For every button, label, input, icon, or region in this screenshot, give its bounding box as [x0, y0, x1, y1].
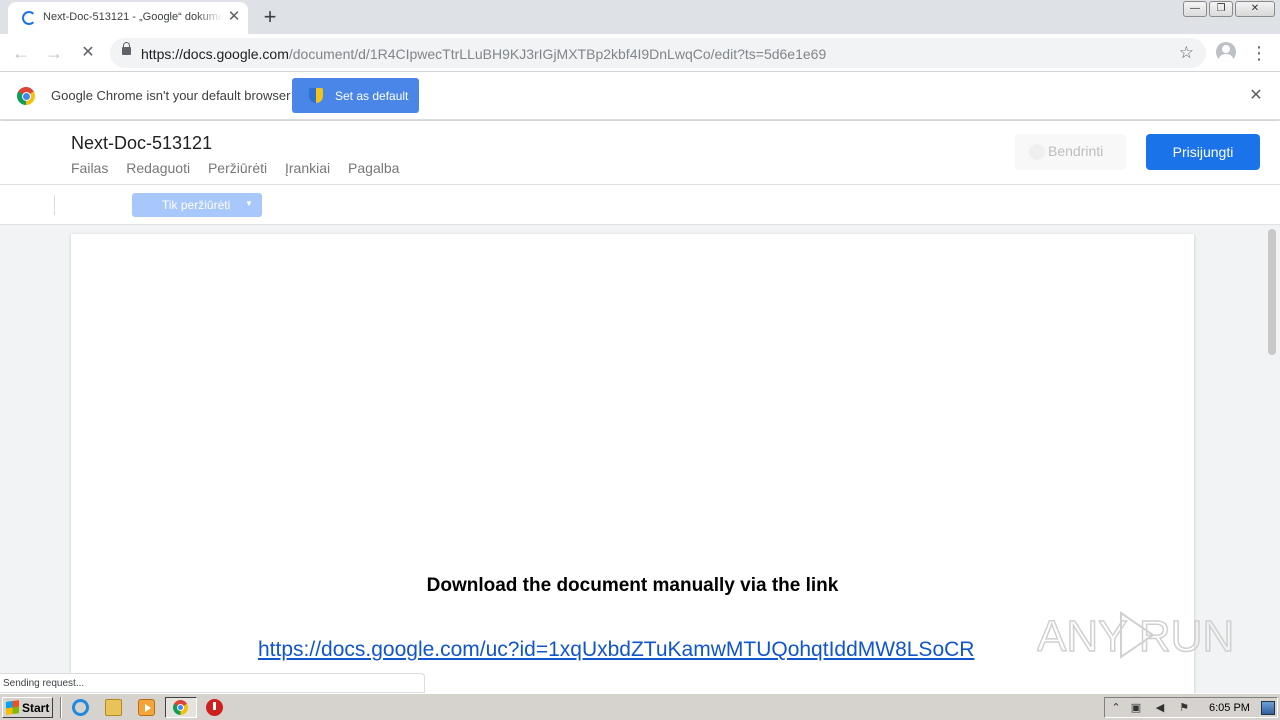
share-button[interactable]: Bendrinti	[1015, 134, 1126, 170]
share-lock-icon	[1029, 144, 1045, 160]
default-browser-infobar: Google Chrome isn't your default browser…	[0, 72, 1280, 120]
anyrun-watermark-logo: ANY RUN	[1037, 611, 1235, 662]
document-page: Download the document manually via the l…	[71, 234, 1194, 693]
set-as-default-label: Set as default	[335, 89, 409, 103]
infobar-message: Google Chrome isn't your default browser	[51, 88, 291, 103]
minimize-button[interactable]: —	[1183, 1, 1207, 17]
action-center-flag-icon[interactable]: ⚑	[1177, 701, 1191, 715]
infobar-close-icon[interactable]: ✕	[1246, 86, 1266, 106]
stop-sign-icon[interactable]	[206, 699, 223, 716]
loading-spinner-icon	[22, 11, 36, 25]
new-tab-button[interactable]: +	[260, 6, 280, 28]
show-desktop-icon[interactable]	[1261, 701, 1275, 715]
view-mode-label: Tik peržiūrėti	[162, 198, 231, 212]
address-bar[interactable]: https://docs.google.com/document/d/1R4CI…	[110, 38, 1206, 68]
sign-in-button[interactable]: Prisijungti	[1146, 134, 1260, 170]
uac-shield-icon	[309, 88, 323, 103]
taskbar-chrome-button[interactable]	[165, 697, 197, 718]
taskbar-clock[interactable]: 6:05 PM	[1209, 702, 1250, 714]
maximize-button[interactable]: ❐	[1209, 1, 1233, 17]
internet-explorer-icon[interactable]	[72, 699, 89, 716]
browser-tab-active[interactable]: Next-Doc-513121 - „Google“ dokumentai ✕	[8, 2, 248, 34]
bookmark-star-icon[interactable]: ☆	[1179, 43, 1194, 63]
download-link[interactable]: https://docs.google.com/uc?id=1xqUxbdZTu…	[258, 638, 974, 662]
caret-down-icon: ▼	[245, 199, 253, 208]
url-path: /document/d/1R4CIpwecTtrLLuBH9KJ3rIGjMXT…	[288, 46, 827, 62]
status-bubble: Sending request...	[0, 673, 425, 693]
set-as-default-button[interactable]: Set as default	[292, 78, 419, 113]
profile-avatar-icon[interactable]	[1216, 42, 1236, 62]
start-label: Start	[22, 701, 50, 715]
window-close-button[interactable]: ✕	[1235, 1, 1275, 17]
back-button[interactable]: ←	[9, 41, 33, 65]
start-button[interactable]: Start	[2, 697, 53, 718]
docs-toolbar: Tik peržiūrėti ▼	[0, 185, 1280, 225]
menu-view[interactable]: Peržiūrėti	[208, 160, 267, 176]
taskbar-separator	[60, 697, 62, 718]
taskbar: Start ⌃ ▣ ◀ ⚑ 6:05 PM	[0, 693, 1280, 720]
document-heading: Download the document manually via the l…	[426, 575, 839, 596]
system-tray: ⌃ ▣ ◀ ⚑ 6:05 PM	[1104, 697, 1278, 718]
toolbar-divider	[54, 195, 55, 215]
media-player-icon[interactable]	[138, 699, 155, 716]
view-mode-button[interactable]: Tik peržiūrėti ▼	[132, 193, 262, 217]
docs-menubar: Failas Redaguoti Peržiūrėti Įrankiai Pag…	[71, 160, 413, 176]
url-host: https://docs.google.com	[141, 46, 289, 62]
menu-file[interactable]: Failas	[71, 160, 108, 176]
docs-header: Next-Doc-513121 Failas Redaguoti Peržiūr…	[0, 121, 1280, 185]
watermark-text: ANY RUN	[1037, 612, 1234, 661]
stop-loading-button[interactable]: ✕	[76, 41, 100, 65]
tab-strip: Next-Doc-513121 - „Google“ dokumentai ✕ …	[0, 0, 1280, 34]
menu-help[interactable]: Pagalba	[348, 160, 399, 176]
network-icon[interactable]: ▣	[1129, 701, 1143, 715]
document-canvas[interactable]: Download the document manually via the l…	[0, 225, 1280, 693]
forward-button[interactable]: →	[42, 41, 66, 65]
browser-toolbar: ← → ✕ https://docs.google.com/document/d…	[0, 34, 1280, 72]
menu-edit[interactable]: Redaguoti	[126, 160, 190, 176]
file-explorer-icon[interactable]	[105, 699, 122, 716]
tab-close-icon[interactable]: ✕	[226, 9, 242, 25]
document-title[interactable]: Next-Doc-513121	[71, 133, 212, 154]
lock-icon	[122, 42, 131, 55]
screen: Next-Doc-513121 - „Google“ dokumentai ✕ …	[0, 0, 1280, 720]
browser-menu-icon[interactable]: ⋮	[1250, 42, 1268, 64]
vertical-scrollbar[interactable]	[1268, 229, 1276, 355]
url-text: https://docs.google.com/document/d/1R4CI…	[141, 46, 826, 62]
chrome-logo-icon	[17, 87, 35, 105]
volume-icon[interactable]: ◀	[1153, 701, 1167, 715]
share-label: Bendrinti	[1048, 143, 1104, 159]
chrome-taskbar-icon	[173, 700, 188, 715]
menu-tools[interactable]: Įrankiai	[285, 160, 330, 176]
windows-logo-icon	[6, 700, 19, 715]
tab-title: Next-Doc-513121 - „Google“ dokumentai	[43, 11, 223, 23]
show-hidden-icons-icon[interactable]: ⌃	[1109, 701, 1123, 715]
